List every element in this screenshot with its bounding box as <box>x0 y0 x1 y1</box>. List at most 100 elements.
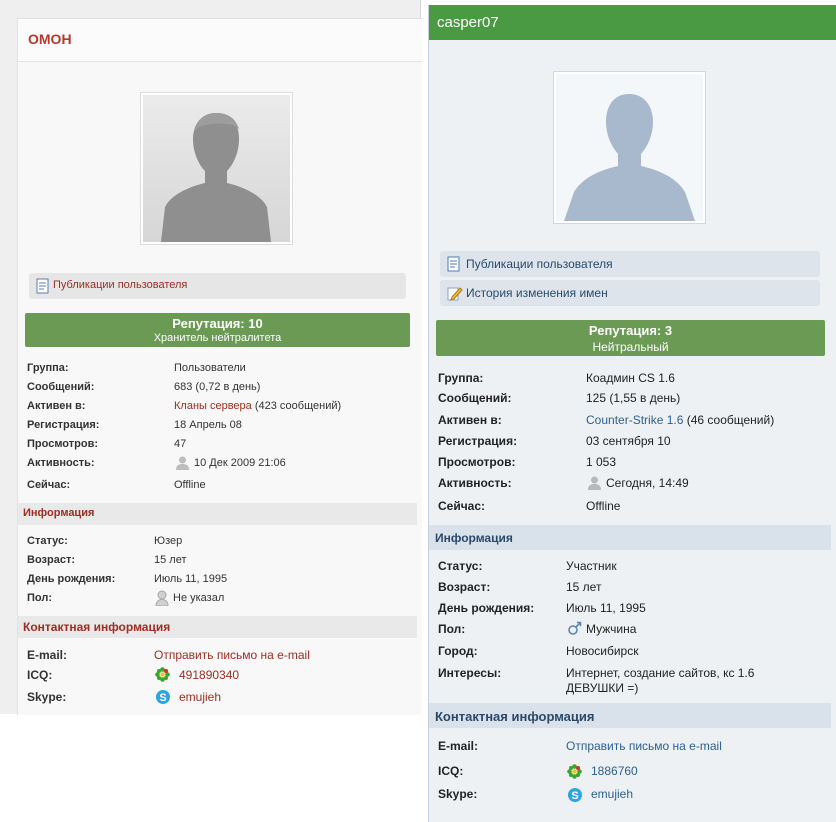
stat-value: 47 <box>174 438 187 450</box>
stat-label: Сейчас: <box>27 479 71 491</box>
contact-label: ICQ: <box>27 668 53 682</box>
info-section-header: Информация <box>429 525 831 550</box>
user-publications-label: Публикации пользователя <box>466 257 613 271</box>
contact-section-header: Контактная информация <box>18 616 417 638</box>
stat-label: Активен в: <box>438 413 502 427</box>
avatar <box>553 71 706 224</box>
username: ОМОН <box>28 31 72 47</box>
skype-icon: S <box>568 788 582 802</box>
document-icon <box>36 278 49 294</box>
reputation-title: Репутация: 10 <box>172 316 263 331</box>
stat-value: Коадмин CS 1.6 <box>586 371 675 385</box>
stat-label: Активность: <box>438 476 512 490</box>
stat-label: Сейчас: <box>438 499 486 513</box>
icq-number[interactable]: 491890340 <box>179 668 239 682</box>
left-profile-card: ОМОН Публикации пользователя Репутация: … <box>17 18 422 715</box>
contact-label: ICQ: <box>438 764 464 778</box>
send-email-link[interactable]: Отправить письмо на e-mail <box>566 739 722 753</box>
user-publications-label: Публикации пользователя <box>53 279 188 291</box>
stat-label: Активен в: <box>27 400 86 412</box>
info-label: Статус: <box>27 535 68 547</box>
stat-label: Просмотров: <box>438 455 516 469</box>
send-email-link[interactable]: Отправить письмо на e-mail <box>154 648 310 662</box>
info-label: День рождения: <box>27 573 116 585</box>
stat-label: Регистрация: <box>27 419 100 431</box>
stat-label: Просмотров: <box>27 438 99 450</box>
section-title: Контактная информация <box>23 620 171 634</box>
avatar <box>140 92 293 245</box>
section-title: Информация <box>23 507 95 519</box>
info-value: Июль 11, 1995 <box>566 601 646 615</box>
info-label: Пол: <box>438 622 466 636</box>
stat-label: Регистрация: <box>438 434 518 448</box>
info-label: День рождения: <box>438 601 535 615</box>
svg-text:S: S <box>159 692 166 704</box>
pencil-icon <box>447 287 463 301</box>
contact-label: Skype: <box>438 787 478 801</box>
icq-number[interactable]: 1886760 <box>591 764 638 778</box>
reputation-bar: Репутация: 10 Хранитель нейтралитета <box>25 313 410 347</box>
document-icon <box>447 256 460 272</box>
info-value: 15 лет <box>154 554 187 566</box>
default-avatar-icon <box>564 94 695 221</box>
name-history-label: История изменения имен <box>466 286 608 300</box>
info-value: Новосибирск <box>566 644 639 658</box>
info-value: Не указал <box>173 592 225 604</box>
stat-value: 1 053 <box>586 455 617 469</box>
info-value: Июль 11, 1995 <box>154 573 228 585</box>
stat-value: 10 Дек 2009 21:06 <box>194 457 286 469</box>
contact-section-header: Контактная информация <box>429 703 831 728</box>
profile-header: casper07 <box>429 5 836 40</box>
stat-label: Активность: <box>27 457 95 469</box>
name-history-link[interactable]: История изменения имен <box>440 280 820 306</box>
info-label: Интересы: <box>438 666 502 680</box>
stat-label: Группа: <box>438 371 484 385</box>
stat-value: 683 (0,72 в день) <box>174 381 261 393</box>
forum-post-count: (423 сообщений) <box>251 400 342 412</box>
info-value: Юзер <box>154 535 183 547</box>
info-label: Возраст: <box>27 554 75 566</box>
info-label: Возраст: <box>438 580 491 594</box>
stat-value: Сегодня, 14:49 <box>606 476 689 490</box>
info-value: ДЕВУШКИ =) <box>566 681 639 695</box>
info-section-header: Информация <box>18 503 417 525</box>
contact-label: E-mail: <box>438 739 479 753</box>
stat-value: 03 сентября 10 <box>586 434 671 448</box>
skype-name[interactable]: emujieh <box>591 787 633 801</box>
svg-text:S: S <box>571 790 578 802</box>
user-silhouette-icon <box>176 456 189 470</box>
stat-value: Counter-Strike 1.6 (46 сообщений) <box>586 413 774 427</box>
section-title: Контактная информация <box>435 709 595 724</box>
skype-name[interactable]: emujieh <box>179 690 221 704</box>
stat-value: Кланы сервера (423 сообщений) <box>174 400 341 412</box>
reputation-rank: Нейтральный <box>592 340 669 354</box>
forum-link[interactable]: Кланы сервера <box>174 400 252 412</box>
user-silhouette-icon <box>588 476 601 490</box>
contact-label: Skype: <box>27 690 67 704</box>
stat-value: 125 (1,55 в день) <box>586 391 681 405</box>
stat-value: 18 Апрель 08 <box>174 419 242 431</box>
stat-value: Offline <box>586 499 621 513</box>
forum-link[interactable]: Counter-Strike 1.6 <box>586 413 683 427</box>
stat-label: Сообщений: <box>438 391 512 405</box>
reputation-rank: Хранитель нейтралитета <box>153 332 282 344</box>
user-publications-link[interactable]: Публикации пользователя <box>29 273 406 299</box>
info-label: Статус: <box>438 559 483 573</box>
contact-label: E-mail: <box>27 648 68 662</box>
skype-icon: S <box>156 690 170 704</box>
stat-value: Offline <box>174 479 206 491</box>
reputation-title: Репутация: 3 <box>588 323 673 338</box>
default-avatar-icon <box>161 113 271 242</box>
user-silhouette-icon <box>155 590 169 606</box>
user-publications-link[interactable]: Публикации пользователя <box>440 251 820 277</box>
stat-value: Пользователи <box>174 362 246 374</box>
info-value: Мужчина <box>586 622 637 636</box>
left-profile-panel: ОМОН Публикации пользователя Репутация: … <box>0 0 422 715</box>
profile-header: ОМОН <box>18 19 422 62</box>
info-value: Интернет, создание сайтов, кс 1.6 <box>566 666 755 680</box>
forum-post-count: (46 сообщений) <box>683 413 775 427</box>
male-icon <box>568 621 582 635</box>
icq-flower-icon <box>567 764 582 779</box>
username: casper07 <box>437 14 499 31</box>
section-title: Информация <box>435 531 513 545</box>
